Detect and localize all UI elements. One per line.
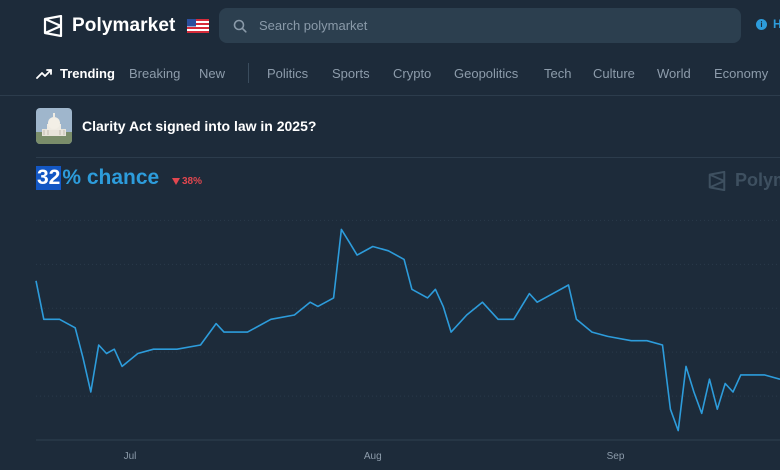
nav-breaking[interactable]: Breaking xyxy=(129,66,180,81)
header-divider xyxy=(36,157,780,158)
search-icon xyxy=(233,19,247,33)
info-icon: i xyxy=(756,18,767,30)
category-nav: Trending Breaking New Politics Sports Cr… xyxy=(0,52,780,96)
nav-crypto[interactable]: Crypto xyxy=(393,66,431,81)
x-tick-label: Sep xyxy=(607,451,625,462)
chance-label: % chance xyxy=(62,166,160,189)
polymarket-logo-icon xyxy=(708,170,726,191)
how-it-works-label: H xyxy=(773,17,780,31)
nav-divider xyxy=(248,63,249,83)
trending-icon xyxy=(36,69,52,79)
polymarket-logo-icon xyxy=(43,15,63,37)
nav-politics[interactable]: Politics xyxy=(267,66,308,81)
search-bar[interactable] xyxy=(219,8,741,43)
chance-value: 32 xyxy=(36,166,62,190)
x-tick-label: Jul xyxy=(124,451,137,462)
logo[interactable]: Polymarket xyxy=(42,12,210,40)
capitol-building-icon xyxy=(36,108,72,144)
chance-display: 32 % chance xyxy=(36,166,159,190)
nav-geopolitics[interactable]: Geopolitics xyxy=(454,66,518,81)
nav-sports[interactable]: Sports xyxy=(332,66,370,81)
nav-tech[interactable]: Tech xyxy=(544,66,571,81)
chart-x-ticks: Jul Aug Sep xyxy=(124,451,625,462)
triangle-down-icon xyxy=(172,178,180,185)
nav-culture[interactable]: Culture xyxy=(593,66,635,81)
nav-world[interactable]: World xyxy=(657,66,691,81)
chart-grid xyxy=(36,219,780,441)
watermark: Polym xyxy=(707,170,780,191)
top-bar: Polymarket i H xyxy=(0,0,780,52)
nav-economy[interactable]: Economy xyxy=(714,66,768,81)
app-name: Polymarket xyxy=(72,15,176,36)
market-image xyxy=(36,108,72,144)
nav-trending[interactable]: Trending xyxy=(60,66,115,81)
us-flag-icon[interactable] xyxy=(187,19,210,33)
price-chart[interactable]: Jul Aug Sep xyxy=(0,190,780,470)
change-badge: 38% xyxy=(172,176,202,187)
watermark-text: Polym xyxy=(735,170,780,190)
how-it-works-link[interactable]: i H xyxy=(756,17,780,31)
search-input[interactable] xyxy=(257,17,701,34)
chart-series-line xyxy=(35,228,780,432)
change-value: 38% xyxy=(182,176,203,187)
x-tick-label: Aug xyxy=(364,451,382,462)
market-title: Clarity Act signed into law in 2025? xyxy=(82,118,317,134)
nav-new[interactable]: New xyxy=(199,66,225,81)
